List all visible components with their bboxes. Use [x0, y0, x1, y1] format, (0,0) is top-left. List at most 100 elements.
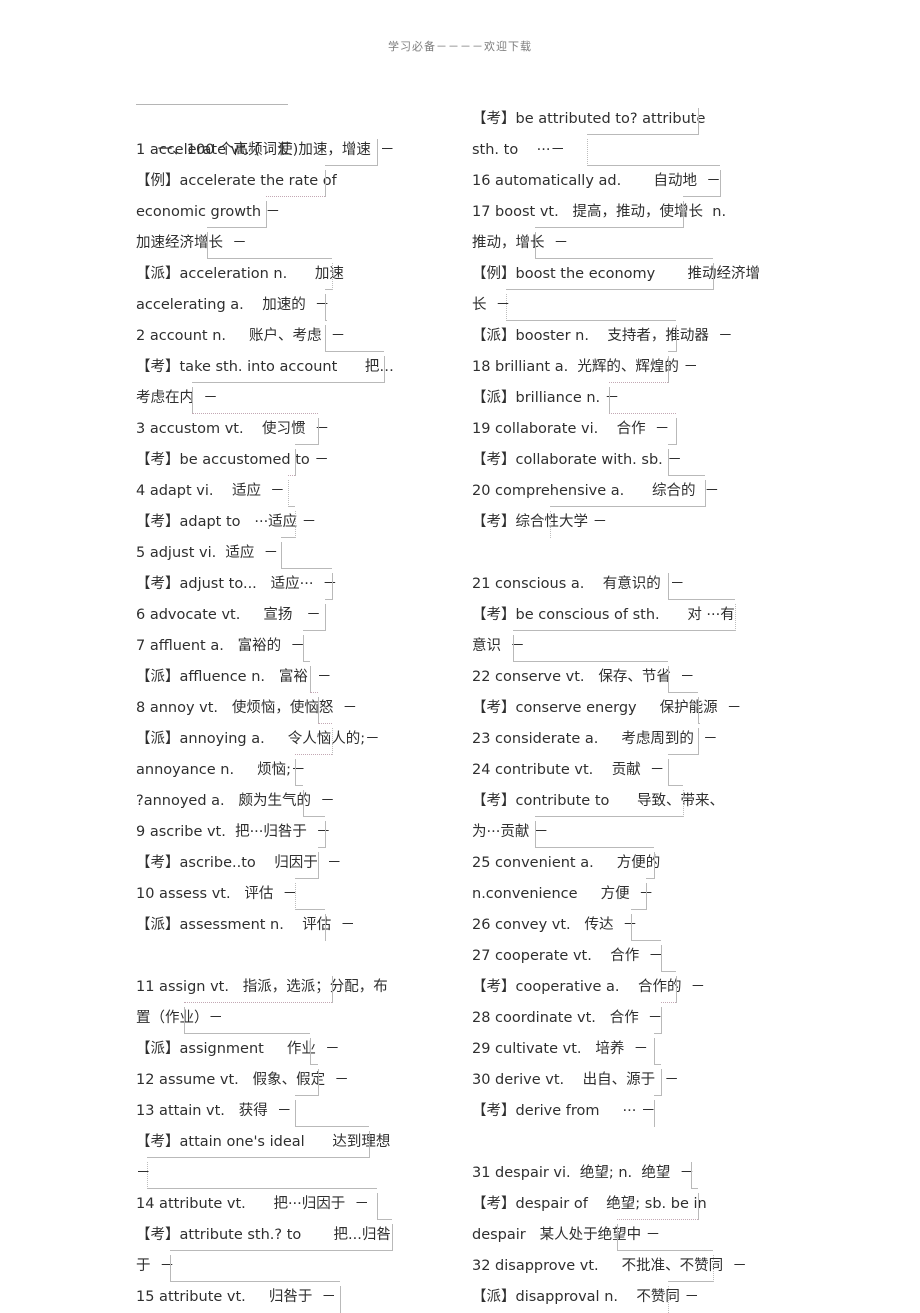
entry-text: 为···贡献 － — [472, 824, 549, 840]
entry-text: 【考】be conscious of sth. 对 ···有 — [472, 607, 735, 623]
entry-text: 27 cooperate vt. 合作 － — [472, 948, 663, 964]
entry-line: 【考】take sth. into account 把… — [136, 352, 404, 383]
entry-line: 14 attribute vt. 把···归因于 － — [136, 1189, 404, 1220]
entry-text: 17 boost vt. 提高，推动，使增长 n. — [472, 204, 727, 220]
entry-line: － — [136, 1158, 404, 1189]
entry-line: n.convenience 方便 － — [472, 879, 772, 910]
entry-text: 22 conserve vt. 保存、节省 － — [472, 669, 695, 685]
entry-line: 9 ascribe vt. 把···归咎于 － — [136, 817, 404, 848]
entry-line: 【考】attain one's ideal 达到理想 — [136, 1127, 404, 1158]
entry-text: 2 account n. 账户、考虑 － — [136, 328, 346, 344]
entry-text: 32 disapprove vt. 不批准、不赞同 － — [472, 1258, 747, 1274]
entry-line: 考虑在内 － — [136, 383, 404, 414]
entry-text: 【派】assessment n. 评估 － — [136, 917, 356, 933]
entry-line: 2 account n. 账户、考虑 － — [136, 321, 404, 352]
entry-line: 15 attribute vt. 归咎于 － — [136, 1282, 404, 1313]
entry-line: 【考】ascribe..to 归因于 － — [136, 848, 404, 879]
entry-line: 24 contribute vt. 贡献 － — [472, 755, 772, 786]
cell-right-rule — [675, 418, 677, 445]
entry-text: 【派】booster n. 支持者，推动器 － — [472, 328, 733, 344]
entry-text: 23 considerate a. 考虑周到的 － — [472, 731, 718, 747]
entry-line: sth. to ···－ — [472, 135, 772, 166]
entry-text: 12 assume vt. 假象、假定 － — [136, 1072, 349, 1088]
entry-text: 16 automatically ad. 自动地 － — [472, 173, 721, 189]
entry-text: 【考】take sth. into account 把… — [136, 359, 394, 375]
entry-text: 30 derive vt. 出自、源于 － — [472, 1072, 679, 1088]
entry-line: 【派】assessment n. 评估 － — [136, 910, 404, 941]
right-column-lines: 【考】be attributed to? attribute sth. to ··… — [472, 104, 772, 1313]
entry-text: 置（作业）－ — [136, 1010, 223, 1026]
entry-text: economic growth － — [136, 204, 281, 220]
entry-line: 意识 － — [472, 631, 772, 662]
entry-line: 29 cultivate vt. 培养 － — [472, 1034, 772, 1065]
entry-line: 推动，增长 － — [472, 228, 772, 259]
entry-line: 【考】despair of 绝望; sb. be in — [472, 1189, 772, 1220]
entry-text: 5 adjust vi. 适应 － — [136, 545, 279, 561]
entry-line: 【考】contribute to 导致、带来、 — [472, 786, 772, 817]
entry-text: 【考】collaborate with. sb. － — [472, 452, 682, 468]
entry-line: despair 某人处于绝望中 － — [472, 1220, 772, 1251]
entry-line: 17 boost vt. 提高，推动，使增长 n. — [472, 197, 772, 228]
entry-line: 【考】attribute sth.? to 把...归咎 — [136, 1220, 404, 1251]
entry-text: 24 contribute vt. 贡献 － — [472, 762, 665, 778]
cell-right-rule — [288, 480, 289, 507]
entry-line: 【考】adjust to... 适应··· － — [136, 569, 404, 600]
section-heading: 一、100 个高频词汇 — [136, 104, 404, 158]
cell-right-rule — [391, 1224, 393, 1251]
entry-text: 【考】derive from ··· － — [472, 1103, 656, 1119]
entry-text: 【例】boost the economy 推动经济增 — [472, 266, 760, 282]
entry-line: 13 attain vt. 获得 － — [136, 1096, 404, 1127]
cell-right-rule — [735, 604, 736, 631]
entry-line: 【例】boost the economy 推动经济增 — [472, 259, 772, 290]
entry-text: 7 affluent a. 富裕的 － — [136, 638, 305, 654]
left-column: 一、100 个高频词汇 1 accelerate vt. ( 使)加速，增速 －… — [136, 104, 404, 1313]
entry-line: 20 comprehensive a. 综合的 － — [472, 476, 772, 507]
entry-line: 12 assume vt. 假象、假定 － — [136, 1065, 404, 1096]
entry-line: 【派】brilliance n. － — [472, 383, 772, 414]
entry-text: 【派】annoying a. 令人恼人的;－ — [136, 731, 380, 747]
entry-text: 6 advocate vt. 宣扬 － — [136, 607, 321, 623]
entry-line: ?annoyed a. 颇为生气的 － — [136, 786, 404, 817]
entry-line: 19 collaborate vi. 合作 － — [472, 414, 772, 445]
entry-text: 【考】despair of 绝望; sb. be in — [472, 1196, 707, 1212]
entry-text: 【考】attain one's ideal 达到理想 — [136, 1134, 391, 1150]
entry-text: 【考】conserve energy 保护能源 － — [472, 700, 742, 716]
right-column: 【考】be attributed to? attribute sth. to ··… — [472, 104, 772, 1313]
entry-line: 30 derive vt. 出自、源于 － — [472, 1065, 772, 1096]
entry-line: 1 accelerate vt. ( 使)加速，增速 － — [136, 135, 404, 166]
left-column-lines: 1 accelerate vt. ( 使)加速，增速 － 【例】accelerat… — [136, 135, 404, 1313]
entry-line: 6 advocate vt. 宣扬 － — [136, 600, 404, 631]
document-body: 一、100 个高频词汇 1 accelerate vt. ( 使)加速，增速 －… — [0, 104, 920, 1313]
entry-text: 【派】assignment 作业 － — [136, 1041, 340, 1057]
entry-line: 【派】assignment 作业 － — [136, 1034, 404, 1065]
entry-line: 加速经济增长 － — [136, 228, 404, 259]
entry-text: despair 某人处于绝望中 － — [472, 1227, 661, 1243]
entry-line: 7 affluent a. 富裕的 － — [136, 631, 404, 662]
entry-line: annoyance n. 烦恼;－ — [136, 755, 404, 786]
entry-line: 置（作业）－ — [136, 1003, 404, 1034]
entry-text: 【考】ascribe..to 归因于 － — [136, 855, 342, 871]
entry-text: 【派】affluence n. 富裕 － — [136, 669, 332, 685]
entry-line: 【考】be conscious of sth. 对 ···有 — [472, 600, 772, 631]
entry-text: 13 attain vt. 获得 － — [136, 1103, 292, 1119]
entry-line: 31 despair vi. 绝望; n. 绝望 － — [472, 1158, 772, 1189]
entry-text: 加速经济增长 － — [136, 235, 247, 251]
entry-line: 【派】acceleration n. 加速 — [136, 259, 404, 290]
entry-line: 【派】affluence n. 富裕 － — [136, 662, 404, 693]
entry-text: 于 － — [136, 1258, 175, 1274]
entry-text: 推动，增长 － — [472, 235, 569, 251]
entry-text: 长 － — [472, 297, 511, 313]
entry-text: 19 collaborate vi. 合作 － — [472, 421, 670, 437]
entry-text: 15 attribute vt. 归咎于 － — [136, 1289, 337, 1305]
entry-line: 【派】annoying a. 令人恼人的;－ — [136, 724, 404, 755]
entry-line: 4 adapt vi. 适应 － — [136, 476, 404, 507]
entry-text: 【派】brilliance n. － — [472, 390, 620, 406]
entry-line: 【考】cooperative a. 合作的 － — [472, 972, 772, 1003]
entry-text: n.convenience 方便 － — [472, 886, 654, 902]
entry-line: 【考】be accustomed to － — [136, 445, 404, 476]
entry-line: 27 cooperate vt. 合作 － — [472, 941, 772, 972]
entry-text: 31 despair vi. 绝望; n. 绝望 － — [472, 1165, 695, 1181]
entry-text: 29 cultivate vt. 培养 － — [472, 1041, 649, 1057]
entry-line: 32 disapprove vt. 不批准、不赞同 － — [472, 1251, 772, 1282]
entry-line: 【考】derive from ··· － — [472, 1096, 772, 1127]
